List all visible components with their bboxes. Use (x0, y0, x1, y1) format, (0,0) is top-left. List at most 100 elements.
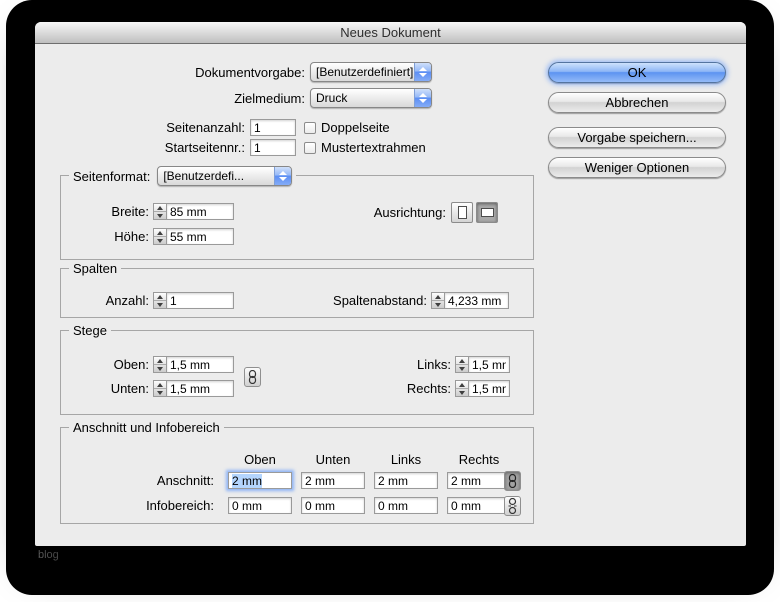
stege-legend-label: Stege (73, 323, 107, 338)
anschnitt-link-button[interactable] (504, 471, 521, 491)
infobereich-links-input[interactable] (374, 497, 438, 514)
anzahl-stepper[interactable] (153, 292, 166, 309)
stepper-up-icon[interactable] (432, 293, 444, 301)
mustertextrahmen-checkbox[interactable] (304, 142, 316, 154)
spalten-row: Anzahl: Spaltenabstand: (61, 292, 533, 309)
unten-stepper[interactable] (153, 380, 166, 397)
doppelseite-checkbox[interactable] (304, 122, 316, 134)
rechts-label: Rechts: (395, 381, 451, 396)
seitenformat-preset-select[interactable]: [Benutzerdefi... (157, 166, 292, 186)
spalten-group: Spalten Anzahl: Spaltenabstand: (60, 268, 534, 318)
spaltenabstand-input[interactable] (444, 292, 509, 309)
neues-dokument-dialog: Neues Dokument Dokumentvorgabe: [Benutze… (35, 22, 746, 546)
stepper-up-icon[interactable] (456, 357, 468, 365)
startseitennr-label: Startseitennr.: (35, 140, 245, 155)
links-input[interactable] (468, 356, 510, 373)
seitenanzahl-label: Seitenanzahl: (35, 120, 245, 135)
chain-link-icon (508, 474, 517, 488)
anschnitt-rechts-input[interactable] (447, 472, 511, 489)
popup-arrows-icon (414, 63, 431, 81)
links-stepper[interactable] (455, 356, 468, 373)
infobereich-unten-input[interactable] (301, 497, 365, 514)
oben-stepper[interactable] (153, 356, 166, 373)
dokumentvorgabe-label: Dokumentvorgabe: (35, 65, 305, 80)
stepper-down-icon[interactable] (456, 365, 468, 372)
infobereich-link-button[interactable] (504, 496, 521, 516)
unten-field (153, 380, 234, 397)
stepper-up-icon[interactable] (154, 293, 166, 301)
anschnitt-header-row: Oben Unten Links Rechts (61, 452, 511, 467)
column-header-oben: Oben (228, 452, 292, 467)
infobereich-oben-input[interactable] (228, 497, 292, 514)
zielmedium-select[interactable]: Druck (310, 88, 432, 108)
rechts-field (455, 380, 510, 397)
hoehe-field (153, 228, 234, 245)
unten-input[interactable] (166, 380, 234, 397)
oben-input[interactable] (166, 356, 234, 373)
stepper-up-icon[interactable] (154, 357, 166, 365)
dokumentvorgabe-select[interactable]: [Benutzerdefiniert] (310, 62, 432, 82)
anzahl-field (153, 292, 234, 309)
seitenanzahl-input[interactable] (250, 119, 296, 136)
stege-row-unten-rechts: Unten: Rechts: (61, 380, 533, 397)
breite-stepper[interactable] (153, 203, 166, 220)
stepper-down-icon[interactable] (432, 301, 444, 308)
vorgabe-speichern-button[interactable]: Vorgabe speichern... (548, 127, 726, 148)
stepper-down-icon[interactable] (154, 389, 166, 396)
portrait-page-icon (458, 206, 467, 219)
infobereich-rechts-input[interactable] (447, 497, 511, 514)
oben-label: Oben: (61, 357, 149, 372)
ok-button[interactable]: OK (548, 62, 726, 83)
weniger-optionen-button[interactable]: Weniger Optionen (548, 157, 726, 178)
anschnitt-oben-input[interactable]: 2 mm (228, 472, 292, 489)
column-header-links: Links (374, 452, 438, 467)
rechts-input[interactable] (468, 380, 510, 397)
stepper-down-icon[interactable] (154, 365, 166, 372)
zielmedium-value: Druck (311, 89, 414, 107)
anschnitt-unten-input[interactable] (301, 472, 365, 489)
chain-link-icon (248, 370, 257, 384)
anschnitt-row: Anschnitt: 2 mm (61, 472, 511, 489)
ausrichtung-label: Ausrichtung: (366, 205, 446, 220)
startseitennr-input[interactable] (250, 139, 296, 156)
seitenformat-legend: Seitenformat: [Benutzerdefi... (69, 166, 296, 186)
column-header-unten: Unten (301, 452, 365, 467)
spaltenabstand-field (431, 292, 509, 309)
stepper-down-icon[interactable] (456, 389, 468, 396)
ausrichtung-row: Ausrichtung: (366, 202, 498, 223)
unten-label: Unten: (61, 381, 149, 396)
orientation-portrait-button[interactable] (451, 202, 473, 223)
dokumentvorgabe-row: Dokumentvorgabe: [Benutzerdefiniert] (35, 62, 432, 82)
stepper-down-icon[interactable] (154, 301, 166, 308)
spaltenabstand-stepper[interactable] (431, 292, 444, 309)
oben-field (153, 356, 234, 373)
popup-arrows-icon (274, 167, 291, 185)
rechts-stepper[interactable] (455, 380, 468, 397)
stepper-up-icon[interactable] (154, 381, 166, 389)
stege-link-button[interactable] (244, 367, 261, 387)
hoehe-stepper[interactable] (153, 228, 166, 245)
stepper-down-icon[interactable] (154, 237, 166, 244)
anschnitt-links-input[interactable] (374, 472, 438, 489)
anschnitt-legend: Anschnitt und Infobereich (69, 420, 224, 435)
hoehe-input[interactable] (166, 228, 234, 245)
breite-label: Breite: (61, 204, 149, 219)
titlebar[interactable]: Neues Dokument (35, 22, 746, 44)
breite-input[interactable] (166, 203, 234, 220)
mustertextrahmen-label: Mustertextrahmen (321, 140, 426, 155)
links-field (455, 356, 510, 373)
stepper-up-icon[interactable] (456, 381, 468, 389)
stepper-up-icon[interactable] (154, 204, 166, 212)
breite-field (153, 203, 234, 220)
stepper-up-icon[interactable] (154, 229, 166, 237)
landscape-page-icon (481, 208, 494, 217)
hoehe-row: Höhe: (61, 228, 234, 245)
orientation-landscape-button[interactable] (476, 202, 498, 223)
zielmedium-row: Zielmedium: Druck (35, 88, 432, 108)
anzahl-input[interactable] (166, 292, 234, 309)
abbrechen-button[interactable]: Abbrechen (548, 92, 726, 113)
watermark-text: blog (38, 549, 59, 561)
seitenformat-group: Seitenformat: [Benutzerdefi... Breite: H… (60, 175, 534, 260)
stege-legend: Stege (69, 323, 111, 338)
stepper-down-icon[interactable] (154, 212, 166, 219)
